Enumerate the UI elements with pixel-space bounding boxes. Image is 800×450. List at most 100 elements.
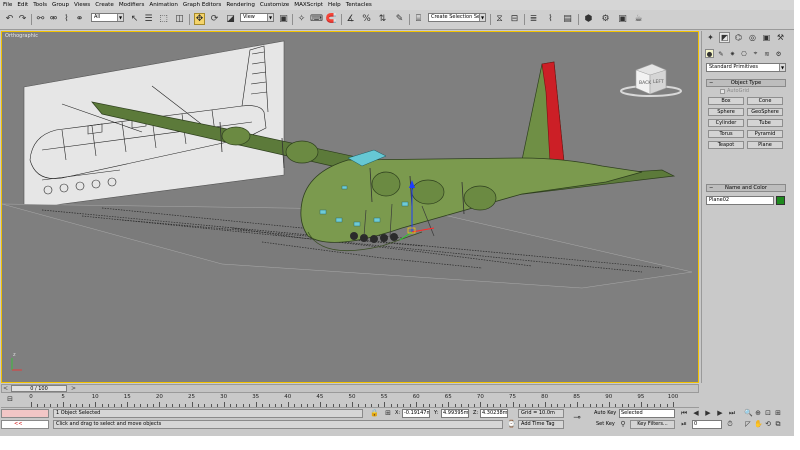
maxscript-listener-field[interactable]: <<: [1, 420, 49, 429]
time-slider-thumb[interactable]: 0 / 100: [11, 385, 67, 392]
track-bar[interactable]: ⊟ 0 5 10 15 20 25 30 35 40 45 50 55 60 65 70 75 80 85 90 95…: [1, 394, 699, 408]
add-time-tag-button[interactable]: Add Time Tag: [518, 420, 564, 429]
object-color-swatch[interactable]: [776, 196, 785, 205]
previous-frame-icon[interactable]: ◀: [692, 409, 700, 417]
shapes-icon[interactable]: ✎: [717, 49, 726, 58]
time-slider[interactable]: < 0 / 100 >: [1, 384, 699, 393]
named-selection-dropdown[interactable]: Create Selection Se ▼: [428, 13, 486, 22]
zoom-all-icon[interactable]: ⊕: [754, 409, 762, 417]
time-slider-next-icon[interactable]: >: [71, 385, 76, 392]
select-and-scale-icon[interactable]: ◪: [225, 13, 236, 25]
menu-file[interactable]: File: [3, 2, 12, 8]
y-coordinate-field[interactable]: 4.99395m: [441, 409, 469, 418]
time-tag-icon[interactable]: ⌚: [507, 420, 516, 428]
cameras-icon[interactable]: ⎔: [740, 49, 749, 58]
create-tab-icon[interactable]: ✦: [705, 32, 716, 43]
menu-graph-editors[interactable]: Graph Editors: [183, 2, 221, 8]
current-frame-field[interactable]: 0: [692, 420, 722, 429]
select-and-move-icon[interactable]: ✥: [194, 13, 205, 25]
key-mode-dropdown[interactable]: Selected: [619, 409, 675, 418]
menu-create[interactable]: Create: [95, 2, 114, 8]
mirror-icon[interactable]: ⧖: [494, 13, 505, 25]
box-button[interactable]: Box: [708, 97, 744, 105]
layer-manager-icon[interactable]: ≣: [528, 13, 539, 25]
time-configuration-icon[interactable]: ⏱: [726, 420, 734, 428]
hierarchy-tab-icon[interactable]: ⌬: [733, 32, 744, 43]
key-filter-icon[interactable]: ⚲: [619, 420, 627, 428]
render-setup-icon[interactable]: ⚙: [600, 13, 611, 25]
object-name-field[interactable]: Plane02: [706, 196, 774, 205]
set-key-mode-icon[interactable]: ⊸: [573, 414, 581, 423]
rendered-frame-window-icon[interactable]: ▣: [617, 13, 628, 25]
modify-tab-icon[interactable]: ◩: [719, 32, 730, 43]
checkbox-box[interactable]: [720, 88, 725, 94]
play-icon[interactable]: ▶: [704, 409, 712, 417]
teapot-button[interactable]: Teapot: [708, 141, 744, 149]
menu-maxscript[interactable]: MAXScript: [294, 2, 323, 8]
menu-tools[interactable]: Tools: [33, 2, 47, 8]
go-to-start-icon[interactable]: ⏮: [680, 409, 688, 417]
pyramid-button[interactable]: Pyramid: [747, 130, 783, 138]
lights-icon[interactable]: ✷: [728, 49, 737, 58]
align-icon[interactable]: ⊟: [509, 13, 520, 25]
selection-lock-icon[interactable]: 🔒: [370, 409, 379, 417]
object-type-rollout[interactable]: − Object Type: [706, 79, 786, 87]
menu-rendering[interactable]: Rendering: [226, 2, 255, 8]
x-coordinate-field[interactable]: -0.19147m: [402, 409, 430, 418]
next-frame-icon[interactable]: ▶: [716, 409, 724, 417]
auto-key-button[interactable]: Auto Key: [594, 410, 616, 417]
key-filters-button[interactable]: Key Filters...: [630, 420, 675, 429]
undo-icon[interactable]: ↶: [4, 13, 15, 25]
cylinder-button[interactable]: Cylinder: [708, 119, 744, 127]
edit-named-selection-icon[interactable]: ✎: [394, 13, 405, 25]
redo-icon[interactable]: ↷: [17, 13, 28, 25]
plane-button[interactable]: Plane: [747, 141, 783, 149]
spinner-snap-icon[interactable]: ⇅: [377, 13, 388, 25]
mini-curve-editor-icon[interactable]: ⊟: [6, 395, 14, 403]
reference-coordinate-dropdown[interactable]: View ▼: [240, 13, 274, 22]
torus-button[interactable]: Torus: [708, 130, 744, 138]
select-and-rotate-icon[interactable]: ⟳: [209, 13, 220, 25]
absolute-mode-icon[interactable]: ⊞: [384, 409, 392, 417]
go-to-end-icon[interactable]: ⏭: [728, 409, 736, 417]
menu-animation[interactable]: Animation: [149, 2, 178, 8]
pivot-center-icon[interactable]: ▣: [278, 13, 289, 25]
schematic-view-icon[interactable]: ▤: [562, 13, 573, 25]
key-mode-toggle-icon[interactable]: ⏯: [680, 420, 688, 428]
geosphere-button[interactable]: GeoSphere: [747, 108, 783, 116]
time-slider-prev-icon[interactable]: <: [3, 385, 8, 392]
render-production-icon[interactable]: ☕: [633, 13, 644, 25]
menu-help[interactable]: Help: [328, 2, 341, 8]
autogrid-checkbox[interactable]: AutoGrid: [720, 88, 749, 94]
snaps-toggle-icon[interactable]: 🧲: [326, 13, 337, 25]
menu-customize[interactable]: Customize: [260, 2, 289, 8]
zoom-extents-icon[interactable]: ⊡: [764, 409, 772, 417]
select-by-name-icon[interactable]: ☰: [143, 13, 154, 25]
motion-tab-icon[interactable]: ◎: [747, 32, 758, 43]
space-warps-icon[interactable]: ≋: [763, 49, 772, 58]
bind-to-space-warp-icon[interactable]: ⌇: [61, 13, 72, 25]
menu-edit[interactable]: Edit: [17, 2, 28, 8]
select-object-icon[interactable]: ↖: [129, 13, 140, 25]
zoom-extents-all-icon[interactable]: ⊞: [774, 409, 782, 417]
selection-filter-dropdown[interactable]: All ▼: [91, 13, 124, 22]
percent-snap-icon[interactable]: %: [361, 13, 372, 25]
window-crossing-icon[interactable]: ◫: [174, 13, 185, 25]
material-editor-icon[interactable]: ⬢: [583, 13, 594, 25]
maximize-viewport-icon[interactable]: ⧉: [774, 420, 782, 428]
display-tab-icon[interactable]: ▣: [761, 32, 772, 43]
zoom-icon[interactable]: 🔍: [744, 409, 753, 417]
object-category-dropdown[interactable]: Standard Primitives ▼: [706, 63, 786, 72]
viewcube[interactable]: BACK LEFT: [620, 62, 684, 98]
menu-tentacles[interactable]: Tentacles: [346, 2, 372, 8]
unlink-icon[interactable]: ⚮: [48, 13, 59, 25]
select-and-manipulate-icon[interactable]: ✧: [296, 13, 307, 25]
z-coordinate-field[interactable]: 4.30238m: [480, 409, 508, 418]
helpers-icon[interactable]: ⌖: [751, 49, 760, 58]
menu-group[interactable]: Group: [52, 2, 69, 8]
geometry-icon[interactable]: ●: [705, 49, 714, 58]
maxscript-mini-listener[interactable]: [1, 409, 49, 418]
menu-views[interactable]: Views: [74, 2, 90, 8]
field-of-view-icon[interactable]: ◸: [744, 420, 752, 428]
utilities-tab-icon[interactable]: ⚒: [775, 32, 786, 43]
